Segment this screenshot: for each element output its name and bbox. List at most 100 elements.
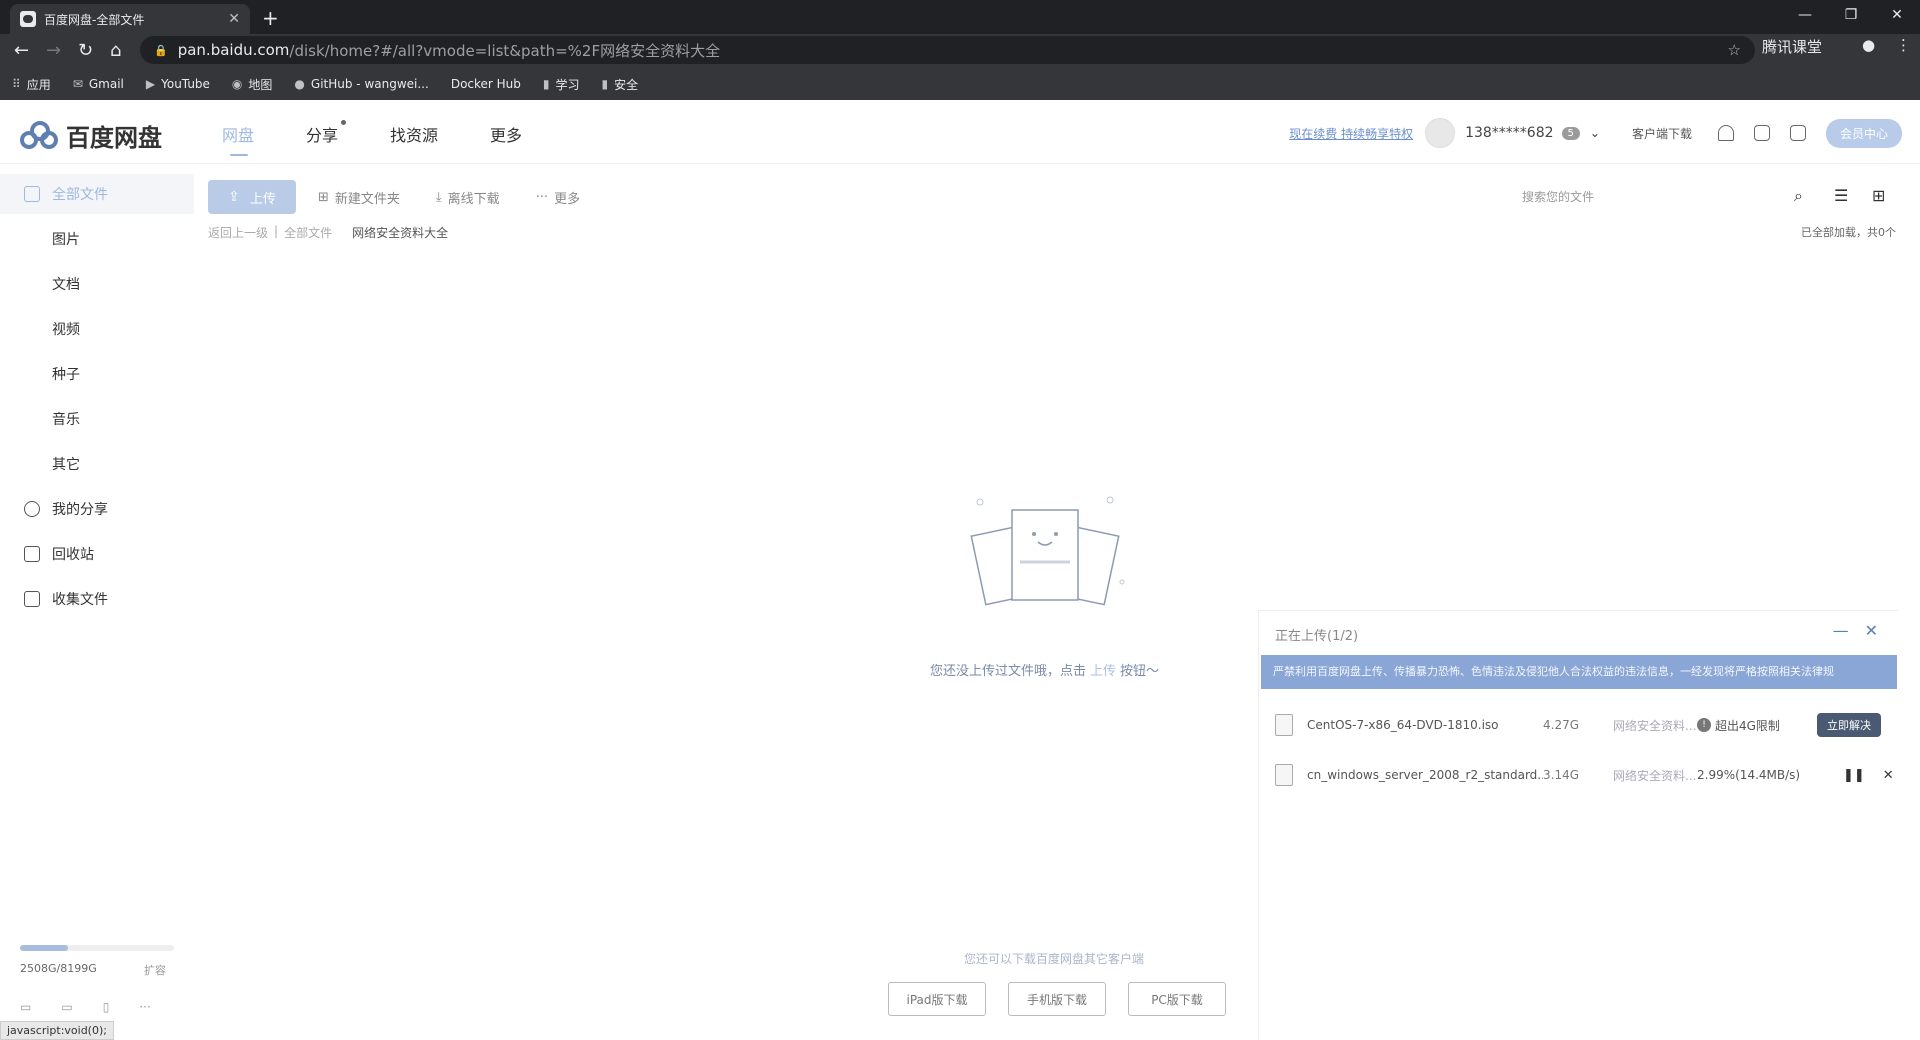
nav-netdisk[interactable]: 网盘	[222, 122, 254, 156]
bookmark-star-icon[interactable]: ☆	[1728, 41, 1741, 59]
mobile-download-button[interactable]: 手机版下载	[1008, 982, 1106, 1016]
search-icon[interactable]: ⌕	[1794, 186, 1803, 206]
github-icon: ●	[294, 77, 305, 91]
offline-download-button[interactable]: ⤓ 离线下载	[436, 188, 500, 207]
url-path: /disk/home?#/all?vmode=list&path=%2F网络安全…	[289, 41, 721, 60]
upload-panel: 正在上传(1/2) — ✕ 严禁利用百度网盘上传、传播暴力恐怖、色情违法及侵犯他…	[1258, 610, 1898, 1040]
bookmark-security[interactable]: ▮ 安全	[602, 76, 639, 93]
apps-icon: ⠿	[12, 77, 21, 91]
sidebar-item-all-files[interactable]: 全部文件	[0, 174, 194, 214]
breadcrumb-separator: |	[274, 224, 279, 238]
upload-button[interactable]: ⇪ 上传	[208, 180, 296, 214]
minimize-icon[interactable]: —	[1782, 0, 1828, 34]
sidebar-item-docs[interactable]: 文档	[0, 264, 194, 304]
new-tab-icon[interactable]: +	[262, 6, 279, 30]
phone-icon[interactable]: ▯	[103, 1000, 110, 1014]
browser-tab[interactable]: 百度网盘-全部文件 ✕	[10, 4, 250, 34]
upload-file-name: cn_windows_server_2008_r2_standard...	[1307, 768, 1543, 782]
pc-download-button[interactable]: PC版下载	[1128, 982, 1226, 1016]
minimize-panel-icon[interactable]: —	[1833, 621, 1849, 640]
bookmark-youtube[interactable]: ▶ YouTube	[146, 77, 210, 91]
sidebar-item-my-shares[interactable]: 我的分享	[0, 489, 194, 529]
grid-view-icon[interactable]: ⊞	[1872, 186, 1885, 205]
cancel-upload-icon[interactable]: ✕	[1883, 768, 1894, 783]
bookmark-github[interactable]: ● GitHub - wangwei...	[294, 77, 428, 91]
upload-destination[interactable]: 网络安全资料...	[1613, 767, 1697, 784]
close-window-icon[interactable]: ✕	[1874, 0, 1920, 34]
upload-progress: 2.99%(14.4MB/s)	[1697, 768, 1801, 782]
shirt-icon[interactable]	[1789, 125, 1806, 141]
logo[interactable]: 百度网盘	[20, 118, 162, 153]
vip-center-button[interactable]: 会员中心	[1825, 118, 1902, 148]
extension-label[interactable]: 腾讯课堂	[1762, 36, 1822, 57]
upload-icon: ⇪	[228, 189, 240, 205]
bookmark-study[interactable]: ▮ 学习	[543, 76, 580, 93]
reload-icon[interactable]: ↻	[78, 40, 93, 61]
clipboard-icon[interactable]	[1753, 125, 1770, 141]
upload-file-size: 3.14G	[1543, 768, 1580, 782]
breadcrumb-all-files[interactable]: 全部文件	[284, 224, 332, 241]
avatar[interactable]	[1425, 118, 1456, 148]
sidebar: 全部文件 图片 文档 视频 种子 音乐 其它 我的分享 回收站 收集文件	[0, 164, 194, 1040]
bookmark-docker[interactable]: Docker Hub	[451, 77, 521, 91]
tablet-icon[interactable]: ▭	[61, 1000, 72, 1014]
solve-now-button[interactable]: 立即解决	[1817, 713, 1881, 737]
bell-icon[interactable]	[1717, 125, 1734, 141]
chevron-down-icon[interactable]: ⌄	[1590, 126, 1600, 140]
sidebar-item-recycle-bin[interactable]: 回收站	[0, 534, 194, 574]
upload-destination[interactable]: 网络安全资料...	[1613, 717, 1697, 734]
search-input[interactable]: 搜索您的文件	[1522, 188, 1594, 205]
upload-row: CentOS-7-x86_64-DVD-1810.iso 4.27G 网络安全资…	[1259, 705, 1899, 745]
baidu-pan-page: 百度网盘 网盘 分享 找资源 更多 现在续费 持续畅享特权 138*****68…	[0, 100, 1920, 1040]
empty-folder-illustration-icon	[970, 496, 1125, 606]
home-icon[interactable]: ⌂	[110, 40, 121, 61]
bookmarks-bar: ⠿ 应用 ✉ Gmail ▶ YouTube ◉ 地图 ● GitHub - wangwe…	[0, 72, 660, 96]
tab-close-icon[interactable]: ✕	[228, 11, 240, 27]
nav-find-resources[interactable]: 找资源	[390, 122, 438, 146]
sidebar-item-images[interactable]: 图片	[0, 219, 194, 259]
upload-notice-banner: 严禁利用百度网盘上传、传播暴力恐怖、色情违法及侵犯他人合法权益的违法信息，一经发…	[1261, 655, 1897, 689]
breadcrumb-current: 网络安全资料大全	[352, 226, 449, 240]
desktop-icon[interactable]: ▭	[20, 1000, 31, 1014]
tab-title: 百度网盘-全部文件	[44, 12, 145, 27]
empty-upload-link[interactable]: 上传	[1090, 664, 1116, 679]
client-download-hint: 您还可以下载百度网盘其它客户端	[964, 952, 1145, 966]
sidebar-item-other[interactable]: 其它	[0, 444, 194, 484]
client-download-link[interactable]: 客户端下载	[1632, 125, 1692, 142]
close-panel-icon[interactable]: ✕	[1865, 621, 1878, 640]
nav-share[interactable]: 分享	[306, 120, 347, 146]
new-folder-button[interactable]: ⊞ 新建文件夹	[318, 188, 400, 207]
sort-icon[interactable]: ☰	[1834, 186, 1848, 205]
renew-promo-link[interactable]: 现在续费 持续畅享特权	[1289, 125, 1413, 142]
expand-storage-link[interactable]: 扩容	[144, 962, 166, 978]
back-icon[interactable]: ←	[14, 40, 29, 61]
username[interactable]: 138*****682	[1465, 125, 1553, 141]
bookmark-maps[interactable]: ◉ 地图	[232, 76, 273, 93]
bookmark-apps[interactable]: ⠿ 应用	[12, 76, 51, 93]
menu-icon[interactable]: ⋮	[1896, 36, 1911, 54]
profile-icon[interactable]: ●	[1862, 36, 1875, 54]
sidebar-item-collect-files[interactable]: 收集文件	[0, 579, 194, 619]
forward-icon[interactable]: →	[46, 40, 61, 61]
sidebar-item-music[interactable]: 音乐	[0, 399, 194, 439]
more-actions-button[interactable]: ··· 更多	[536, 188, 580, 207]
sidebar-item-videos[interactable]: 视频	[0, 309, 194, 349]
sidebar-item-torrents[interactable]: 种子	[0, 354, 194, 394]
window-controls: — ❐ ✕	[1782, 0, 1920, 34]
restore-icon[interactable]: ❐	[1828, 0, 1874, 34]
new-folder-icon: ⊞	[318, 189, 329, 205]
file-icon	[1275, 714, 1293, 736]
breadcrumb-back[interactable]: 返回上一级	[208, 224, 268, 241]
folder-icon: ▮	[601, 77, 609, 91]
nav-more[interactable]: 更多	[490, 122, 522, 146]
address-bar[interactable]: 🔒 pan.baidu.com /disk/home?#/all?vmode=l…	[140, 36, 1755, 64]
site-header: 百度网盘 网盘 分享 找资源 更多 现在续费 持续畅享特权 138*****68…	[0, 100, 1920, 164]
pause-icon[interactable]: ❚❚	[1843, 768, 1865, 783]
more-icon[interactable]: ···	[139, 1000, 150, 1014]
header-right: 现在续费 持续畅享特权 138*****682 5 ⌄ 客户端下载 会员中心	[1289, 118, 1902, 148]
upload-panel-title: 正在上传(1/2)	[1275, 629, 1359, 644]
bookmark-gmail[interactable]: ✉ Gmail	[73, 77, 124, 91]
upload-row-controls: ❚❚ ✕	[1843, 768, 1894, 783]
maps-icon: ◉	[231, 77, 243, 91]
ipad-download-button[interactable]: iPad版下载	[888, 982, 986, 1016]
